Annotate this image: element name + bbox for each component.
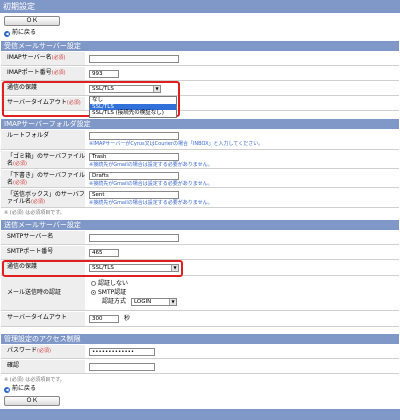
dropdown-option-ssl-tls-noverify[interactable]: SSL/TLS (接続先の検証なし) [90,110,176,117]
imap-server-label: IMAPサーバー名(必須) [1,52,85,65]
root-folder-label: ルートフォルダ [1,130,85,149]
back-link-label: 前に戻る [12,29,37,36]
imap-port-label: IMAPポート番号(必須) [1,67,85,80]
required-footnote-1: ※ (必須) は必須項目です。 [4,210,65,216]
drafts-folder-input[interactable]: Drafts [89,172,179,180]
auth-none-option[interactable]: 認証しない [91,280,128,287]
back-link-top[interactable]: ◀ 前に戻る [4,29,36,37]
password-input[interactable]: ••••••••••••• [89,348,155,356]
sent-folder-note: ※接続先がGmailの場合は設定する必要がありません。 [89,200,213,206]
back-arrow-icon: ◀ [4,387,10,393]
radio-icon [91,281,96,286]
auth-method-label: 認証方式 [102,298,127,305]
password-row: パスワード(必須) ••••••••••••• [1,345,399,359]
drafts-folder-label: 「下書き」のサーバファイル名(必須) [1,170,85,187]
sent-folder-row: 「送信ボックス」のサーバファイル名(必須) Sent ※接続先がGmailの場合… [1,189,399,208]
auth-smtp-option[interactable]: SMTP認証 [91,289,126,296]
smtp-port-input[interactable]: 465 [89,249,119,257]
smtp-port-label: SMTPポート番号 [1,246,85,259]
sent-folder-label: 「送信ボックス」のサーバファイル名(必須) [1,189,85,207]
imap-server-row: IMAPサーバー名(必須) [1,52,399,66]
trash-folder-note: ※接続先がGmailの場合は設定する必要がありません。 [89,162,213,168]
incoming-security-dropdown[interactable]: なし SSL/TLS SSL/TLS (接続先の検証なし) [89,96,177,118]
chevron-down-icon: ▼ [169,299,176,305]
smtp-server-label: SMTPサーバー名 [1,231,85,244]
trash-folder-label: 「ゴミ箱」のサーバファイル名(必須) [1,151,85,168]
smtp-port-row: SMTPポート番号 465 [1,246,399,260]
outgoing-timeout-row: サーバータイムアウト 300 秒 [1,312,399,327]
radio-selected-icon [91,290,96,295]
smtp-server-row: SMTPサーバー名 [1,231,399,245]
confirm-input[interactable] [89,363,155,371]
drafts-folder-note: ※接続先がGmailの場合は設定する必要がありません。 [89,181,213,187]
back-link-bottom[interactable]: ◀ 前に戻る [4,385,36,393]
trash-folder-row: 「ゴミ箱」のサーバファイル名(必須) Trash ※接続先がGmailの場合は設… [1,151,399,169]
root-folder-input[interactable] [89,132,179,140]
incoming-section-header: 受信メールサーバー設定 [1,41,399,51]
password-label: パスワード(必須) [1,345,85,358]
imap-port-row: IMAPポート番号(必須) 993 [1,67,399,81]
ok-button-bottom[interactable]: ＯＫ [4,396,60,406]
imap-port-input[interactable]: 993 [89,70,119,78]
confirm-row: 確認 [1,360,399,374]
page-title: 初期設定 [0,0,400,13]
admin-section-header: 管理設定のアクセス制限 [1,334,399,344]
sent-folder-input[interactable]: Sent [89,191,179,199]
timeout-unit: 秒 [124,315,131,322]
auth-method-select[interactable]: LOGIN ▼ [131,298,177,306]
confirm-label: 確認 [1,360,85,373]
required-footnote-2: ※ (必須) は必須項目です。 [4,377,65,383]
smtp-server-input[interactable] [89,234,179,242]
trash-folder-input[interactable]: Trash [89,153,179,161]
highlight-box-outgoing-security [2,260,183,277]
footer-bar [0,409,400,420]
imap-server-input[interactable] [89,55,179,63]
root-folder-row: ルートフォルダ ※IMAPサーバーがCyrus又はCourierの場合「INBO… [1,130,399,150]
drafts-folder-row: 「下書き」のサーバファイル名(必須) Drafts ※接続先がGmailの場合は… [1,170,399,188]
outgoing-section-header: 送信メールサーバー設定 [1,220,399,230]
root-folder-note: ※IMAPサーバーがCyrus又はCourierの場合「INBOX」と入力してく… [89,141,264,147]
outgoing-timeout-label: サーバータイムアウト [1,312,85,326]
smtp-auth-row: メール送信時の認証 認証しない SMTP認証 認証方式 LOGIN ▼ [1,277,399,311]
folders-section-header: IMAPサーバーフォルダ設定 [1,119,399,129]
outgoing-timeout-input[interactable]: 300 [89,315,119,323]
back-arrow-icon: ◀ [4,31,10,37]
ok-button-top[interactable]: ＯＫ [4,16,60,26]
back-link-label: 前に戻る [12,385,37,392]
smtp-auth-label: メール送信時の認証 [1,277,85,310]
